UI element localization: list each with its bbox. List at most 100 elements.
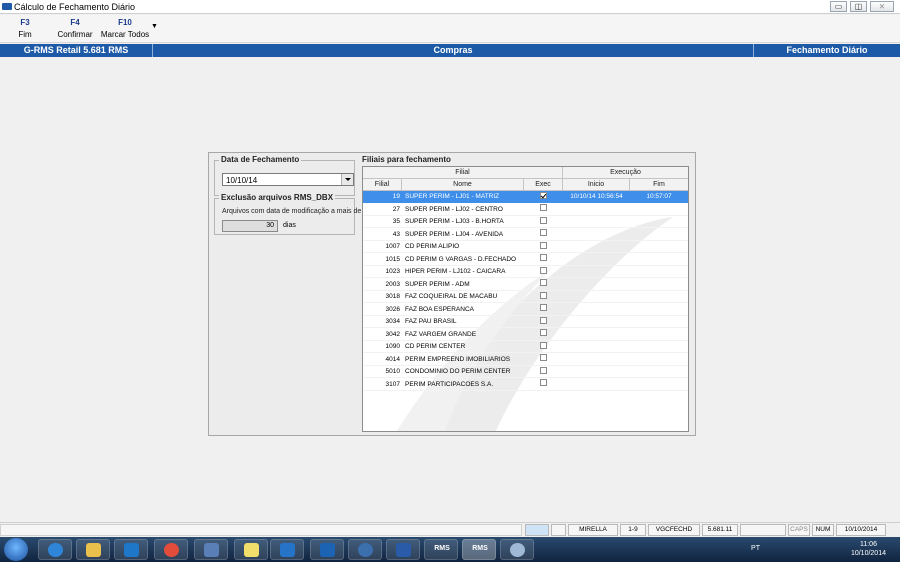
status-empty [740, 524, 786, 536]
table-row[interactable]: 3026 FAZ BOA ESPERANCA [363, 304, 688, 316]
inicio-cell: 10/10/14 10:56:54 [563, 191, 630, 203]
fkey-code: F4 [70, 18, 80, 27]
table-row[interactable]: 3107 PERIM PARTICIPACOES S.A. [363, 379, 688, 391]
dias-label: dias [283, 222, 296, 229]
combo-value: 10/10/14 [226, 176, 258, 185]
inicio-cell [563, 254, 630, 266]
f3-fim-button[interactable]: F3 Fim [10, 18, 40, 39]
filial-cell: 19 [363, 191, 402, 203]
table-row[interactable]: 3042 FAZ VARGEM GRANDE [363, 329, 688, 341]
table-row[interactable]: 1090 CD PERIM CENTER [363, 341, 688, 353]
inicio-cell [563, 304, 630, 316]
table-row[interactable]: 1015 CD PERIM G VARGAS - D.FECHADO [363, 254, 688, 266]
chevron-down-icon[interactable] [341, 174, 353, 185]
exec-cell [524, 329, 563, 341]
exec-cell [524, 291, 563, 303]
exec-checkbox[interactable] [540, 266, 547, 274]
col-header-exec[interactable]: Exec [524, 179, 563, 191]
table-row[interactable]: 27 SUPER PERIM - LJ02 - CENTRO [363, 204, 688, 216]
exec-checkbox[interactable] [540, 254, 547, 262]
filial-cell: 43 [363, 229, 402, 241]
product-name: G-RMS Retail 5.681 RMS [23, 45, 129, 55]
start-button-icon[interactable] [4, 538, 28, 561]
table-row[interactable]: 19 SUPER PERIM - LJ01 - MATRIZ 10/10/14 10… [363, 191, 688, 203]
nome-cell: SUPER PERIM - LJ03 - B.HORTA [402, 216, 524, 228]
fim-cell [630, 254, 688, 266]
table-row[interactable]: 3018 FAZ COQUEIRAL DE MACABU [363, 291, 688, 303]
table-row[interactable]: 5010 CONDOMINIO DO PERIM CENTER [363, 366, 688, 378]
exec-checkbox[interactable] [540, 379, 547, 387]
taskbar-rms-1[interactable]: RMS [424, 539, 458, 560]
exec-checkbox[interactable] [540, 366, 547, 374]
exec-checkbox[interactable] [540, 279, 547, 287]
language-indicator[interactable]: PT [751, 545, 760, 552]
inicio-cell [563, 291, 630, 303]
status-range: 1-9 [620, 524, 646, 536]
table-row[interactable]: 2003 SUPER PERIM - ADM [363, 279, 688, 291]
fkey-label: Marcar Todos [100, 30, 150, 39]
filiais-grid[interactable]: Filial Execução Filial Nome Exec Inicio … [362, 166, 689, 432]
module-name: Compras [433, 45, 473, 55]
col-header-nome[interactable]: Nome [402, 179, 524, 191]
fim-cell [630, 341, 688, 353]
exec-checkbox[interactable] [540, 241, 547, 249]
table-row[interactable]: 1023 HIPER PERIM - LJ102 - CAICARA [363, 266, 688, 278]
exec-checkbox[interactable] [540, 329, 547, 337]
exec-checkbox[interactable] [540, 229, 547, 237]
maximize-button[interactable]: ◫ [850, 1, 867, 12]
table-row[interactable]: 4014 PERIM EMPREEND IMOBILIARIOS [363, 354, 688, 366]
screen-name: Fechamento Diário [786, 45, 868, 55]
taskbar-rms-2[interactable]: RMS [462, 539, 496, 560]
exec-cell [524, 316, 563, 328]
taskbar-ie-icon[interactable] [38, 539, 72, 560]
f4-confirmar-button[interactable]: F4 Confirmar [55, 18, 95, 39]
taskbar-lync-icon[interactable] [270, 539, 304, 560]
group-header-filial: Filial [363, 167, 563, 179]
status-caps: CAPS [788, 524, 810, 536]
more-options-icon[interactable]: ▼ [151, 23, 158, 30]
col-header-inicio[interactable]: Inicio [563, 179, 630, 191]
dias-input[interactable]: 30 [222, 220, 278, 232]
nome-cell: SUPER PERIM - LJ04 - AVENIDA [402, 229, 524, 241]
f10-marcar-todos-button[interactable]: F10 Marcar Todos [100, 18, 150, 39]
exec-checkbox[interactable] [540, 291, 547, 299]
taskbar-explorer-icon[interactable] [76, 539, 110, 560]
taskbar-app-icon[interactable] [348, 539, 382, 560]
exec-checkbox[interactable] [540, 354, 547, 362]
filial-cell: 27 [363, 204, 402, 216]
taskbar-media-icon[interactable] [114, 539, 148, 560]
fim-cell [630, 229, 688, 241]
taskbar-network-icon[interactable] [194, 539, 228, 560]
filial-cell: 1007 [363, 241, 402, 253]
exec-checkbox[interactable] [540, 191, 547, 199]
taskbar-clock[interactable]: 11:06 10/10/2014 [851, 540, 886, 558]
clock-date: 10/10/2014 [850, 550, 886, 557]
filial-cell: 3042 [363, 329, 402, 341]
taskbar-word-icon[interactable] [386, 539, 420, 560]
exec-checkbox[interactable] [540, 304, 547, 312]
exec-cell [524, 241, 563, 253]
exec-checkbox[interactable] [540, 216, 547, 224]
taskbar-paint-icon[interactable] [500, 539, 534, 560]
table-row[interactable]: 3034 FAZ PAU BRASIL [363, 316, 688, 328]
taskbar-notes-icon[interactable] [234, 539, 268, 560]
close-button[interactable]: ⨯ [870, 1, 894, 12]
taskbar-chrome-icon[interactable] [154, 539, 188, 560]
col-header-filial[interactable]: Filial [363, 179, 402, 191]
exec-cell [524, 191, 563, 203]
data-fechamento-combo[interactable]: 10/10/14 [222, 173, 354, 186]
exec-cell [524, 216, 563, 228]
taskbar-outlook-icon[interactable] [310, 539, 344, 560]
fim-cell [630, 279, 688, 291]
table-row[interactable]: 43 SUPER PERIM - LJ04 - AVENIDA [363, 229, 688, 241]
nome-cell: FAZ BOA ESPERANCA [402, 304, 524, 316]
filiais-group-title: Filiais para fechamento [362, 155, 451, 164]
table-row[interactable]: 1007 CD PERIM ALIPIO [363, 241, 688, 253]
table-row[interactable]: 35 SUPER PERIM - LJ03 - B.HORTA [363, 216, 688, 228]
exec-checkbox[interactable] [540, 341, 547, 349]
exclusao-group: Exclusão arquivos RMS_DBX Arquivos com d… [214, 193, 361, 235]
exec-checkbox[interactable] [540, 316, 547, 324]
col-header-fim[interactable]: Fim [630, 179, 688, 191]
minimize-button[interactable]: ▭ [830, 1, 847, 12]
exec-checkbox[interactable] [540, 204, 547, 212]
